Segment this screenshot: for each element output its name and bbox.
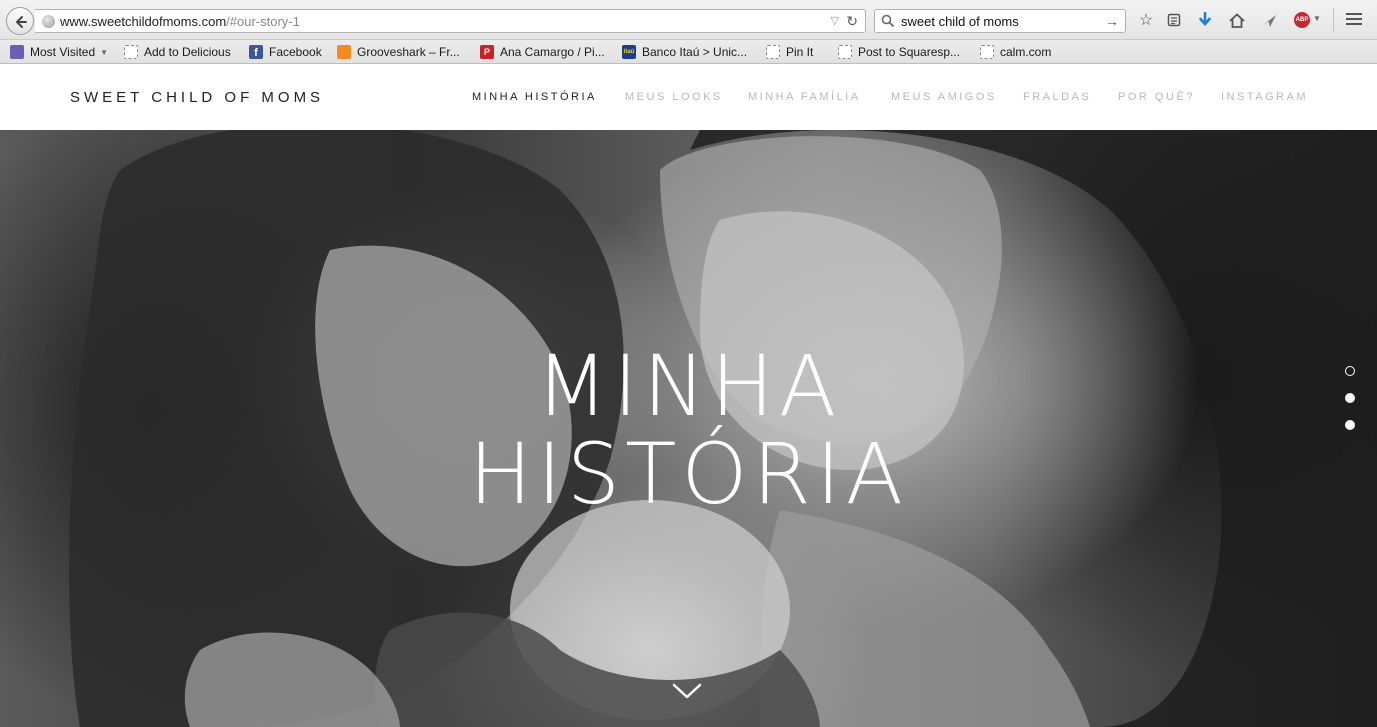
- nav-instagram[interactable]: INSTAGRAM: [1221, 91, 1308, 103]
- bookmark-label: calm.com: [1000, 45, 1052, 59]
- bookmark-grooveshark[interactable]: Grooveshark – Fr...: [337, 44, 460, 60]
- search-go-icon[interactable]: →: [1105, 13, 1119, 29]
- search-icon: [881, 14, 895, 28]
- bookmark-label: Banco Itaú > Unic...: [642, 45, 748, 59]
- url-path: /#our-story-1: [226, 14, 300, 29]
- bookmark-most-visited[interactable]: Most Visited ▼: [10, 44, 108, 60]
- hero-title: MINHA HISTÓRIA: [0, 342, 1377, 518]
- itau-icon: itaú: [622, 45, 636, 59]
- slide-dot-2[interactable]: [1345, 393, 1355, 403]
- bookmarklet-icon: [838, 45, 852, 59]
- bookmark-facebook[interactable]: f Facebook: [249, 44, 322, 60]
- hero-title-line-2: HISTÓRIA: [468, 425, 909, 523]
- bookmark-pin-it[interactable]: Pin It: [766, 44, 813, 60]
- search-bar[interactable]: sweet child of moms →: [874, 9, 1126, 33]
- grooveshark-icon: [337, 45, 351, 59]
- nav-meus-looks[interactable]: MEUS LOOKS: [625, 91, 723, 103]
- bookmark-label: Ana Camargo / Pi...: [500, 45, 605, 59]
- bookmark-banco-itau[interactable]: itaú Banco Itaú > Unic...: [622, 44, 747, 60]
- reading-list-icon[interactable]: [1164, 10, 1184, 30]
- browser-toolbar: www.sweetchildofmoms.com/#our-story-1 ▽ …: [0, 0, 1377, 40]
- back-arrow-icon: [16, 16, 27, 28]
- nav-fraldas[interactable]: FRALDAS: [1023, 91, 1091, 103]
- bookmarklet-icon: [124, 45, 138, 59]
- most-visited-icon: [10, 45, 24, 59]
- share-icon[interactable]: [1259, 10, 1279, 30]
- bookmark-label: Post to Squaresp...: [858, 45, 961, 59]
- bookmark-calm[interactable]: calm.com: [980, 44, 1051, 60]
- url-bar[interactable]: www.sweetchildofmoms.com/#our-story-1 ▽ …: [35, 9, 866, 33]
- back-button[interactable]: [6, 7, 34, 35]
- reload-icon[interactable]: ↻: [846, 13, 858, 30]
- nav-meus-amigos[interactable]: MEUS AMIGOS: [891, 91, 997, 103]
- bookmark-add-to-delicious[interactable]: Add to Delicious: [124, 44, 231, 60]
- nav-por-que[interactable]: POR QUÊ?: [1118, 91, 1195, 103]
- search-input[interactable]: sweet child of moms: [901, 14, 1019, 29]
- url-text[interactable]: www.sweetchildofmoms.com/#our-story-1: [60, 14, 300, 29]
- pinterest-icon: P: [480, 45, 494, 59]
- nav-minha-familia[interactable]: MINHA FAMÍLIA: [748, 91, 861, 103]
- toolbar-divider: [1333, 8, 1334, 32]
- globe-icon: [42, 15, 55, 28]
- site-logo-title[interactable]: SWEET CHILD OF MOMS: [70, 89, 324, 106]
- adblock-dropdown-icon[interactable]: ▼: [1313, 14, 1321, 23]
- bookmark-post-to-squarespace[interactable]: Post to Squaresp...: [838, 44, 960, 60]
- hamburger-menu-icon[interactable]: [1346, 13, 1362, 28]
- bookmark-label: Add to Delicious: [144, 45, 231, 59]
- home-icon[interactable]: [1227, 10, 1247, 30]
- adblock-icon[interactable]: ABP: [1294, 12, 1310, 28]
- history-dropdown-icon[interactable]: ▽: [831, 14, 839, 27]
- bookmark-label: Facebook: [269, 45, 322, 59]
- facebook-icon: f: [249, 45, 263, 59]
- slide-dot-3[interactable]: [1345, 420, 1355, 430]
- scroll-down-chevron-icon[interactable]: [672, 682, 702, 700]
- bookmarks-bar: Most Visited ▼ Add to Delicious f Facebo…: [0, 40, 1377, 64]
- hero-title-line-1: MINHA: [535, 337, 842, 435]
- downloads-icon[interactable]: [1195, 10, 1215, 30]
- url-host: www.sweetchildofmoms.com: [60, 14, 227, 29]
- hero-banner: MINHA HISTÓRIA: [0, 130, 1377, 727]
- bookmarklet-icon: [766, 45, 780, 59]
- site-header: SWEET CHILD OF MOMS MINHA HISTÓRIA MEUS …: [0, 64, 1377, 130]
- nav-minha-historia[interactable]: MINHA HISTÓRIA: [472, 91, 597, 103]
- chevron-down-icon: ▼: [100, 47, 109, 57]
- bookmark-label: Grooveshark – Fr...: [357, 45, 460, 59]
- bookmarklet-icon: [980, 45, 994, 59]
- bookmark-star-icon[interactable]: ☆: [1136, 10, 1156, 30]
- bookmark-pinterest[interactable]: P Ana Camargo / Pi...: [480, 44, 605, 60]
- bookmark-label: Pin It: [786, 45, 814, 59]
- bookmark-label: Most Visited: [30, 45, 96, 59]
- slide-dot-1[interactable]: [1345, 366, 1355, 376]
